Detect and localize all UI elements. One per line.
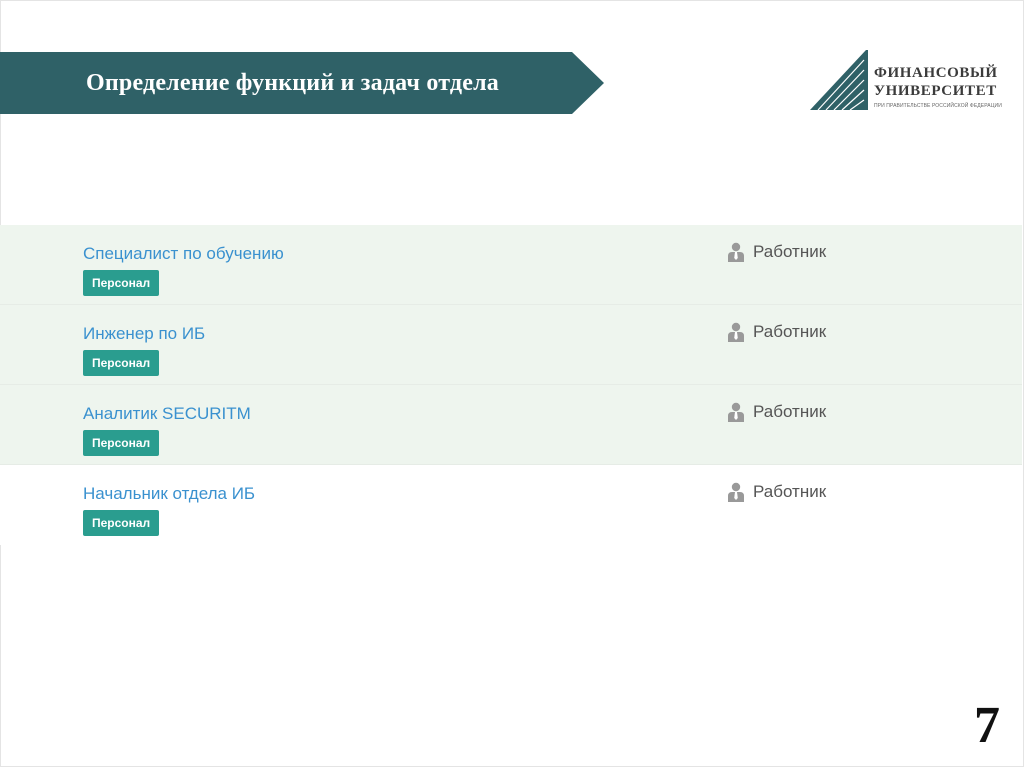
person-icon: [728, 402, 744, 422]
role-type: Работник: [727, 322, 826, 342]
role-type-label: Работник: [753, 322, 827, 341]
list-item: Аналитик SECURITM Персонал Работник: [0, 385, 1022, 465]
category-tag: Персонал: [83, 510, 160, 536]
list-item: Начальник отдела ИБ Персонал Работник: [0, 465, 1022, 545]
category-tag: Персонал: [83, 350, 160, 376]
logo-text-line3: ПРИ ПРАВИТЕЛЬСТВЕ РОССИЙСКОЙ ФЕДЕРАЦИИ: [874, 103, 1002, 109]
role-type: Работник: [727, 482, 826, 502]
logo-text-line1: ФИНАНСОВЫЙ: [874, 65, 998, 81]
category-tag: Персонал: [83, 270, 160, 296]
role-name-link[interactable]: Специалист по обучению: [83, 244, 284, 264]
role-name-link[interactable]: Начальник отдела ИБ: [83, 484, 255, 504]
person-icon: [728, 322, 744, 342]
role-type: Работник: [727, 402, 826, 422]
role-type-label: Работник: [753, 242, 827, 261]
page-number: 7: [974, 697, 1000, 754]
list-item: Инженер по ИБ Персонал Работник: [0, 305, 1022, 385]
person-icon: [728, 242, 744, 262]
role-type-label: Работник: [753, 402, 827, 421]
title-banner: Определение функций и задач отдела: [0, 52, 604, 114]
role-list: Специалист по обучению Персонал Работник…: [0, 225, 1022, 545]
logo-mark-icon: [810, 50, 868, 111]
role-name-link[interactable]: Аналитик SECURITM: [83, 404, 251, 424]
list-item: Специалист по обучению Персонал Работник: [0, 225, 1022, 305]
role-name-link[interactable]: Инженер по ИБ: [83, 324, 205, 344]
slide-title: Определение функций и задач отдела: [86, 69, 499, 96]
category-tag: Персонал: [83, 430, 160, 456]
person-icon: [728, 482, 744, 502]
role-type-label: Работник: [753, 482, 827, 501]
role-type: Работник: [727, 242, 826, 262]
university-logo: ФИНАНСОВЫЙ УНИВЕРСИТЕТ ПРИ ПРАВИТЕЛЬСТВЕ…: [808, 48, 1008, 112]
logo-text-line2: УНИВЕРСИТЕТ: [874, 83, 997, 99]
